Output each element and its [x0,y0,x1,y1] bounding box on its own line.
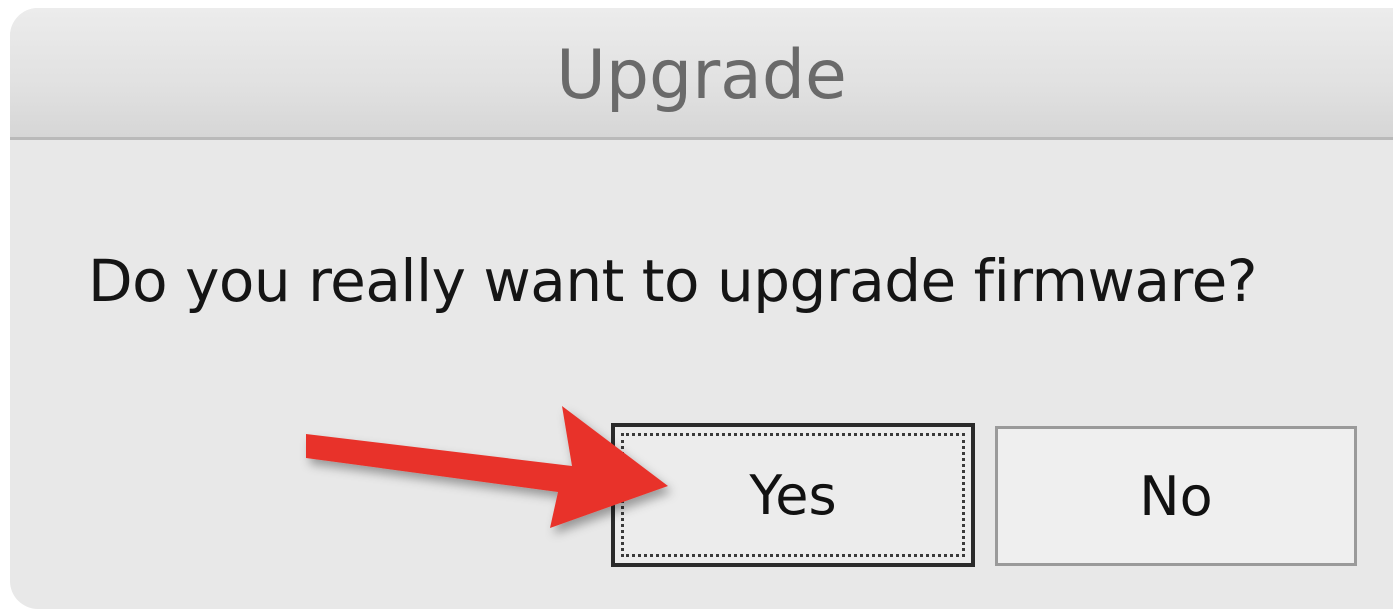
yes-button[interactable]: Yes [611,423,975,567]
no-button[interactable]: No [995,426,1357,566]
dialog-titlebar: Upgrade [10,8,1393,140]
dialog-title: Upgrade [556,36,847,115]
yes-button-label: Yes [749,463,837,527]
dialog-message: Do you really want to upgrade firmware? [88,247,1258,315]
no-button-label: No [1139,464,1213,528]
upgrade-dialog: Upgrade Do you really want to upgrade fi… [10,8,1393,609]
